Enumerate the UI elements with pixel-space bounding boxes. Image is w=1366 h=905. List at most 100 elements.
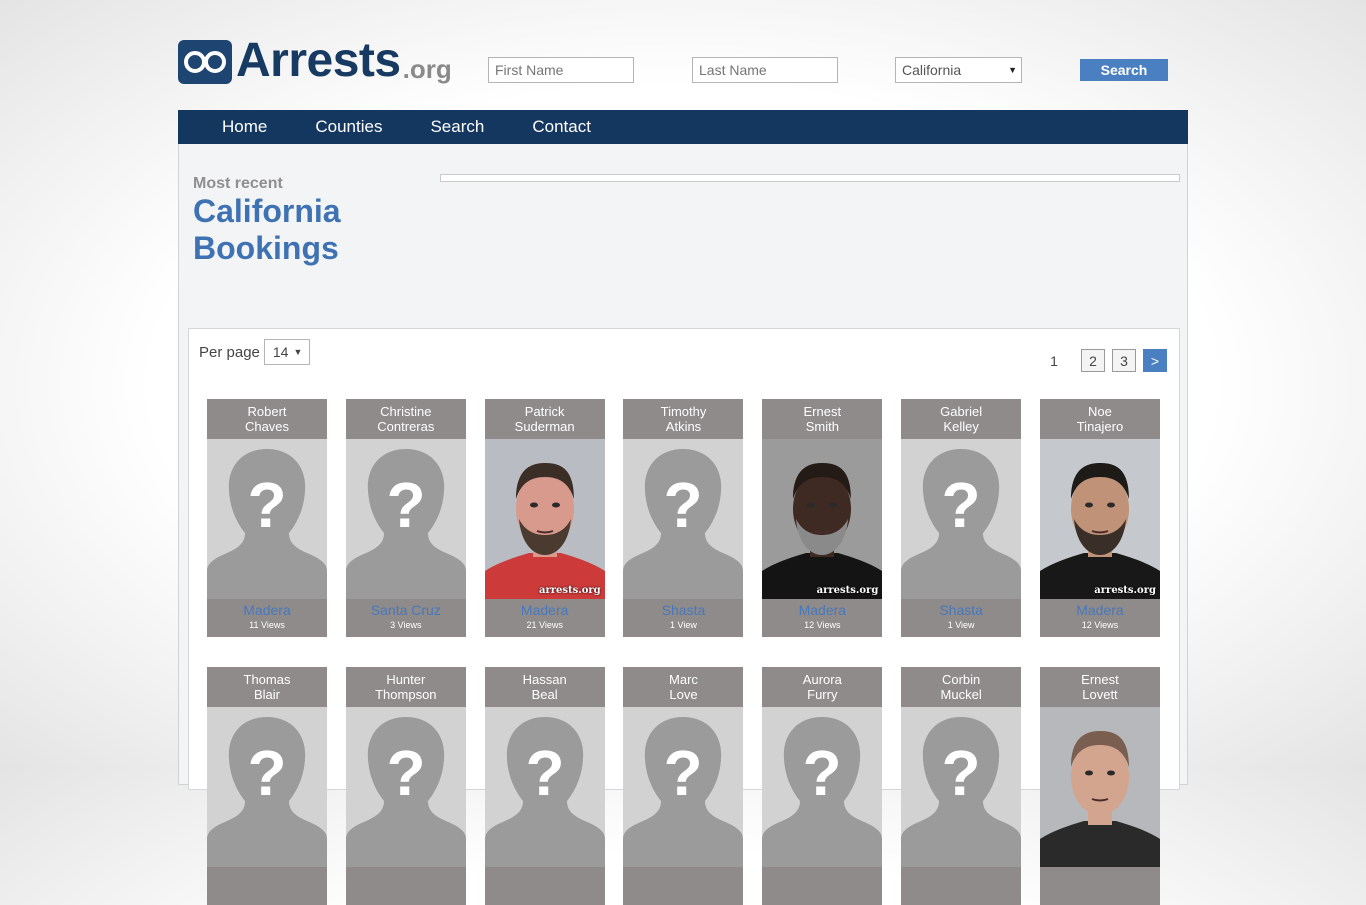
nav-contact[interactable]: Contact (508, 110, 615, 144)
nav-home[interactable]: Home (178, 110, 291, 144)
booking-card[interactable]: Aurora Furry? (762, 667, 883, 905)
booking-last-name: Tinajero (1076, 419, 1124, 434)
svg-text:?: ? (247, 737, 286, 809)
booking-photo[interactable]: ? (623, 439, 744, 599)
booking-county-link[interactable]: Madera (762, 602, 882, 618)
booking-card[interactable]: Timothy Atkins? Shasta 1 View (623, 399, 744, 637)
booking-card[interactable]: Gabriel Kelley? Shasta 1 View (901, 399, 1022, 637)
page-current: 1 (1050, 352, 1058, 369)
svg-text:?: ? (803, 737, 842, 809)
booking-name[interactable]: Gabriel Kelley (901, 399, 1021, 439)
next-page-button[interactable]: > (1143, 349, 1167, 372)
booking-name[interactable]: Hassan Beal (485, 667, 605, 707)
booking-card[interactable]: Patrick Suderman arrests.org Madera 21 Views (484, 399, 605, 637)
booking-views: 11 Views (249, 620, 285, 630)
booking-card[interactable]: Christine Contreras? Santa Cruz 3 Views (345, 399, 466, 637)
page-3-button[interactable]: 3 (1112, 349, 1136, 372)
booking-views: 1 View (670, 620, 697, 630)
booking-views: 12 Views (1081, 620, 1119, 630)
bookings-panel: Per page 14 ▼ 1 2 3 > Robert Chaves? Mader… (188, 328, 1180, 905)
booking-card[interactable]: Marc Love? (623, 667, 744, 905)
booking-photo[interactable]: ? (345, 439, 466, 599)
booking-last-name: Blair (253, 687, 280, 702)
booking-county-link[interactable]: Santa Cruz (346, 602, 466, 618)
booking-county-link[interactable]: Madera (485, 602, 605, 618)
per-page-select[interactable]: 14 ▼ (263, 339, 310, 365)
booking-name[interactable]: Robert Chaves (207, 399, 327, 439)
booking-card[interactable]: Ernest Lovett (1039, 667, 1160, 905)
booking-card[interactable]: Hunter Thompson? (345, 667, 466, 905)
booking-first-name: Thomas (243, 672, 291, 687)
site-header: Arrests .org California ▼ Search (178, 34, 1188, 86)
booking-photo[interactable]: ? (623, 707, 744, 867)
booking-last-name: Suderman (514, 419, 575, 434)
booking-card[interactable]: Noe Tinajero arrests.org Madera 12 Views (1039, 399, 1160, 637)
booking-last-name: Contreras (377, 419, 435, 434)
booking-card[interactable]: Robert Chaves? Madera 11 Views (207, 399, 327, 637)
booking-name[interactable]: Hunter Thompson (346, 667, 466, 707)
booking-county-link[interactable]: Madera (1040, 602, 1160, 618)
booking-first-name: Hunter (386, 672, 426, 687)
booking-photo[interactable]: ? (484, 707, 605, 867)
booking-photo[interactable]: ? (345, 707, 466, 867)
chevron-down-icon: ▼ (293, 347, 303, 357)
booking-first-name: Marc (669, 672, 698, 687)
last-name-input[interactable] (692, 57, 838, 83)
booking-photo[interactable]: ? (207, 439, 327, 599)
booking-photo[interactable]: ? (207, 707, 327, 867)
handcuffs-logo-icon (178, 40, 232, 84)
svg-text:?: ? (664, 469, 703, 541)
svg-text:?: ? (386, 469, 425, 541)
first-name-input[interactable] (488, 57, 634, 83)
booking-first-name: Corbin (941, 672, 981, 687)
booking-first-name: Hassan (522, 672, 567, 687)
booking-first-name: Gabriel (940, 404, 983, 419)
booking-name[interactable]: Thomas Blair (207, 667, 327, 707)
booking-card[interactable]: Ernest Smith arrests.org Madera 12 Views (762, 399, 883, 637)
page-2-button[interactable]: 2 (1081, 349, 1105, 372)
booking-last-name: Lovett (1082, 687, 1118, 702)
booking-county-link[interactable]: Shasta (901, 602, 1021, 618)
booking-name[interactable]: Timothy Atkins (623, 399, 743, 439)
booking-first-name: Ernest (1081, 672, 1119, 687)
booking-name[interactable]: Ernest Smith (762, 399, 882, 439)
per-page-control: Per page 14 ▼ (199, 339, 310, 365)
booking-name[interactable]: Corbin Muckel (901, 667, 1021, 707)
booking-name[interactable]: Aurora Furry (762, 667, 882, 707)
booking-photo[interactable]: ? (901, 439, 1022, 599)
logo-text: Arrests (236, 34, 401, 87)
booking-county-link[interactable]: Madera (207, 602, 327, 618)
per-page-label: Per page (199, 343, 260, 361)
booking-card[interactable]: Hassan Beal? (484, 667, 605, 905)
state-select[interactable]: California ▼ (895, 57, 1022, 83)
main-content: Most recent California Bookings Per page… (178, 144, 1188, 905)
booking-photo[interactable]: arrests.org (1039, 439, 1160, 599)
booking-name[interactable]: Ernest Lovett (1040, 667, 1160, 707)
most-recent-label: Most recent (193, 175, 283, 192)
booking-name[interactable]: Noe Tinajero (1040, 399, 1160, 439)
booking-last-name: Kelley (943, 419, 979, 434)
nav-search[interactable]: Search (406, 110, 508, 144)
watermark: arrests.org (816, 585, 879, 596)
booking-grid: Robert Chaves? Madera 11 Views Christine Cont… (207, 399, 1177, 905)
booking-name[interactable]: Christine Contreras (346, 399, 466, 439)
booking-photo[interactable]: arrests.org (762, 439, 883, 599)
booking-card[interactable]: Corbin Muckel? (901, 667, 1022, 905)
nav-counties[interactable]: Counties (291, 110, 406, 144)
booking-photo[interactable]: ? (762, 707, 883, 867)
booking-name[interactable]: Marc Love (623, 667, 743, 707)
site-logo[interactable]: Arrests .org (178, 34, 452, 87)
booking-photo[interactable]: ? (901, 707, 1022, 867)
booking-card[interactable]: Thomas Blair? (207, 667, 327, 905)
booking-photo[interactable]: arrests.org (484, 439, 605, 599)
booking-last-name: Beal (531, 687, 558, 702)
booking-photo[interactable] (1039, 707, 1160, 867)
search-button[interactable]: Search (1080, 59, 1168, 81)
logo-tld: .org (402, 54, 452, 84)
booking-county-link[interactable]: Shasta (623, 602, 743, 618)
booking-last-name: Chaves (244, 419, 290, 434)
page-title: California Bookings (193, 193, 413, 267)
booking-name[interactable]: Patrick Suderman (485, 399, 605, 439)
state-select-value: California (902, 62, 962, 78)
booking-views: 12 Views (804, 620, 841, 630)
